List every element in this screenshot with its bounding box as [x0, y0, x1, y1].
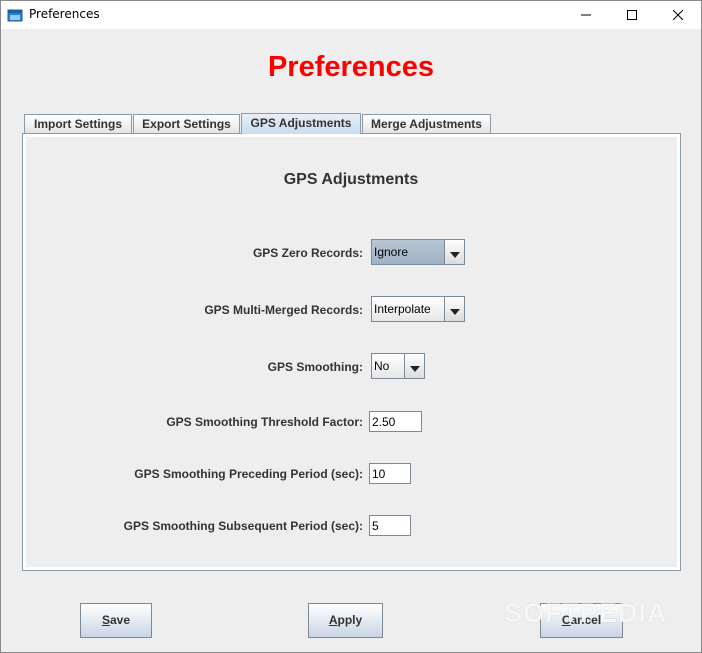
multi-merged-select[interactable]: Interpolate [371, 296, 465, 322]
cancel-button[interactable]: Cancel [540, 603, 623, 638]
maximize-button[interactable] [609, 1, 655, 29]
tab-gps-adjustments[interactable]: GPS Adjustments [241, 113, 361, 134]
preferences-window: Preferences Preferences Import Settings … [0, 0, 702, 653]
title-bar[interactable]: Preferences [1, 1, 701, 29]
panel-body [26, 137, 677, 567]
apply-mnemonic: A [328, 613, 338, 627]
subsequent-period-label: GPS Smoothing Subsequent Period (sec): [123, 519, 363, 533]
preceding-period-field[interactable] [369, 463, 411, 484]
tab-merge-adjustments[interactable]: Merge Adjustments [362, 114, 491, 133]
minimize-icon [581, 10, 591, 20]
panel-title: GPS Adjustments [283, 171, 419, 188]
cancel-label: ancel [570, 613, 602, 627]
smoothing-dropdown-button[interactable] [404, 354, 424, 378]
smoothing-label: GPS Smoothing: [267, 360, 363, 374]
zero-records-dropdown-button[interactable] [444, 240, 464, 264]
tab-import-settings[interactable]: Import Settings [24, 114, 132, 133]
triangle-down-icon [449, 300, 460, 319]
tab-export-settings[interactable]: Export Settings [133, 114, 240, 133]
save-label: ave [109, 613, 131, 627]
multi-merged-label: GPS Multi-Merged Records: [204, 303, 363, 317]
window-app-icon [7, 7, 23, 23]
smoothing-value: No [372, 354, 404, 378]
multi-merged-value: Interpolate [372, 297, 444, 321]
multi-merged-dropdown-button[interactable] [444, 297, 464, 321]
gps-adjustments-panel [22, 133, 681, 571]
threshold-field[interactable] [369, 411, 422, 432]
maximize-icon [627, 10, 637, 20]
preceding-period-label: GPS Smoothing Preceding Period (sec): [134, 467, 363, 481]
smoothing-select[interactable]: No [371, 353, 425, 379]
zero-records-select[interactable]: Ignore [371, 239, 465, 265]
triangle-down-icon [409, 357, 420, 376]
apply-button[interactable]: Apply [308, 603, 383, 638]
save-button[interactable]: Save [80, 603, 152, 638]
subsequent-period-field[interactable] [369, 515, 411, 536]
threshold-label: GPS Smoothing Threshold Factor: [166, 415, 363, 429]
zero-records-value: Ignore [372, 240, 444, 264]
minimize-button[interactable] [563, 1, 609, 29]
apply-label: pply [337, 613, 363, 627]
save-mnemonic: S [101, 613, 110, 627]
close-icon [673, 10, 683, 20]
page-heading: Preferences [267, 51, 435, 83]
triangle-down-icon [449, 243, 460, 262]
zero-records-label: GPS Zero Records: [252, 246, 363, 260]
window-title: Preferences [29, 7, 100, 21]
close-button[interactable] [655, 1, 701, 29]
